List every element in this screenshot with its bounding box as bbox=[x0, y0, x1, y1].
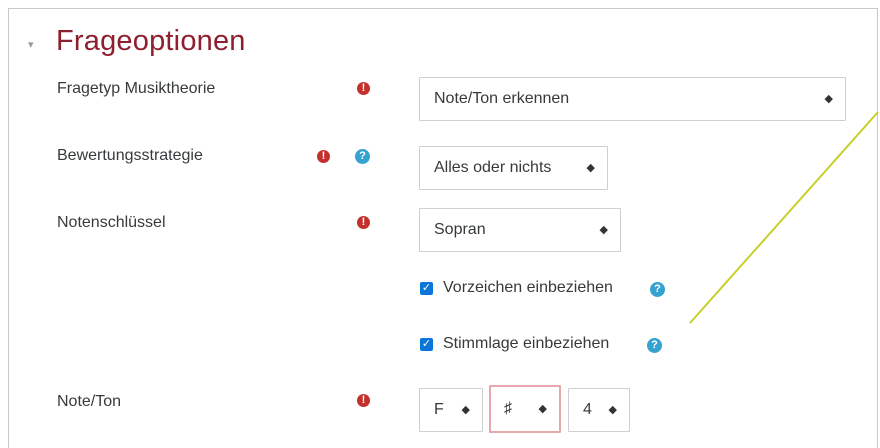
annotation-line bbox=[689, 111, 879, 324]
